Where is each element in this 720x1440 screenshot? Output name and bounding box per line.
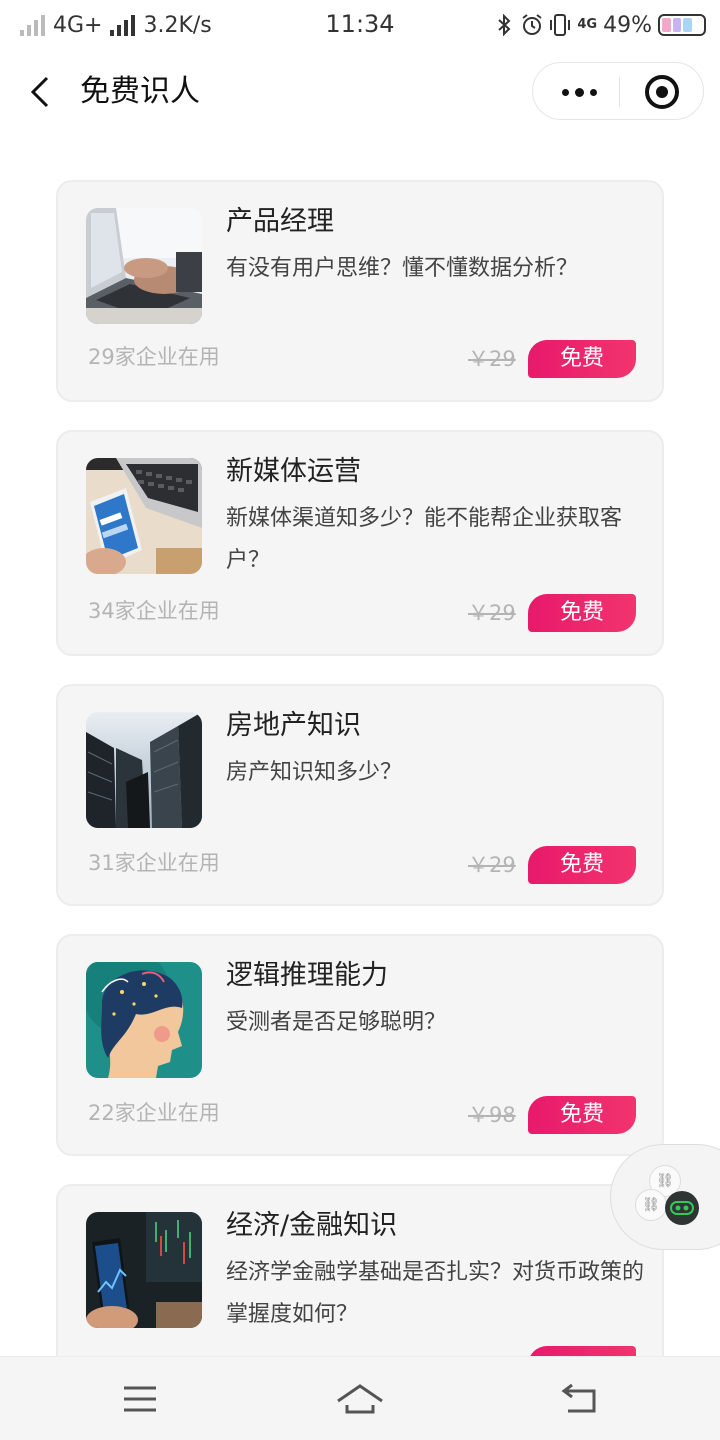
screen: 产品经理 有没有用户思维？懂不懂数据分析？ 29家企业在用 ￥29 免费 新媒体… bbox=[0, 0, 720, 1440]
card-economics-finance[interactable]: 经济/金融知识 经济学金融学基础是否扎实？对货币政策的掌握度如何？ bbox=[56, 1184, 664, 1356]
card-title: 逻辑推理能力 bbox=[226, 960, 388, 991]
original-price: ￥29 bbox=[468, 347, 516, 371]
usage-count: 34家企业在用 bbox=[88, 599, 220, 623]
card-title: 新媒体运营 bbox=[226, 456, 361, 487]
close-button[interactable] bbox=[645, 75, 679, 109]
card-description: 房产知识知多少？ bbox=[226, 760, 403, 785]
system-nav-bar bbox=[0, 1356, 720, 1440]
card-title: 产品经理 bbox=[226, 206, 334, 237]
capsule-divider bbox=[619, 77, 620, 107]
home-button[interactable] bbox=[330, 1377, 390, 1421]
card-new-media[interactable]: 新媒体运营 新媒体渠道知多少？能不能帮企业获取客户？ 34家企业在用 ￥29 免… bbox=[56, 430, 664, 656]
free-badge-button[interactable]: 免费 bbox=[528, 340, 636, 378]
status-right: 4G 49% bbox=[493, 8, 706, 42]
return-icon bbox=[561, 1383, 596, 1413]
stock-phone-photo bbox=[86, 1212, 202, 1328]
close-target-icon bbox=[656, 86, 668, 98]
free-badge-button[interactable]: 免费 bbox=[528, 846, 636, 884]
page-title: 免费识人 bbox=[80, 74, 200, 109]
back-button[interactable] bbox=[22, 72, 58, 112]
vibrate-icon bbox=[549, 13, 571, 37]
card-product-manager[interactable]: 产品经理 有没有用户思维？懂不懂数据分析？ 29家企业在用 ￥29 免费 bbox=[56, 180, 664, 402]
free-badge-button[interactable] bbox=[528, 1346, 636, 1356]
battery-percent: 49% bbox=[603, 12, 652, 38]
usage-count: 31家企业在用 bbox=[88, 851, 220, 875]
more-button[interactable] bbox=[549, 71, 609, 113]
floating-share-widget[interactable]: ⛓ ⛓ bbox=[610, 1144, 720, 1250]
card-list: 产品经理 有没有用户思维？懂不懂数据分析？ 29家企业在用 ￥29 免费 新媒体… bbox=[0, 0, 720, 1356]
usage-count: 22家企业在用 bbox=[88, 1101, 220, 1125]
skyscrapers-photo bbox=[86, 712, 202, 828]
system-back-button[interactable] bbox=[550, 1377, 610, 1421]
card-real-estate[interactable]: 房地产知识 房产知识知多少？ 31家企业在用 ￥29 免费 bbox=[56, 684, 664, 906]
original-price: ￥98 bbox=[468, 1103, 516, 1127]
nav-bar: 免费识人 bbox=[0, 56, 720, 130]
card-description: 受测者是否足够聪明？ bbox=[226, 1010, 447, 1035]
card-title: 经济/金融知识 bbox=[226, 1210, 398, 1241]
alarm-icon bbox=[521, 13, 543, 37]
network-type-2: 4G bbox=[577, 17, 598, 32]
free-badge-button[interactable]: 免费 bbox=[528, 594, 636, 632]
back-arrow-icon bbox=[30, 76, 49, 108]
menu-icon bbox=[124, 1386, 156, 1412]
usage-count: 29家企业在用 bbox=[88, 345, 220, 369]
laptop-typing-photo bbox=[86, 208, 202, 324]
card-description: 有没有用户思维？懂不懂数据分析？ bbox=[226, 256, 579, 281]
card-description: 经济学金融学基础是否扎实？对货币政策的掌握度如何？ bbox=[226, 1260, 645, 1327]
status-bar: 4G+ 3.2K/s 11:34 4G 49% bbox=[0, 0, 720, 50]
home-icon bbox=[337, 1384, 383, 1414]
phone-laptop-photo bbox=[86, 458, 202, 574]
link-icon-secondary: ⛓ bbox=[635, 1189, 667, 1221]
card-logic-reasoning[interactable]: 逻辑推理能力 受测者是否足够聪明？ 22家企业在用 ￥98 免费 bbox=[56, 934, 664, 1156]
eye-icon bbox=[665, 1191, 699, 1225]
mini-program-capsule bbox=[532, 62, 704, 120]
battery-icon bbox=[658, 14, 706, 36]
bluetooth-icon bbox=[493, 13, 515, 37]
original-price: ￥29 bbox=[468, 853, 516, 877]
menu-button[interactable] bbox=[110, 1377, 170, 1421]
card-title: 房地产知识 bbox=[226, 710, 361, 741]
thinking-head-illustration bbox=[86, 962, 202, 1078]
card-description: 新媒体渠道知多少？能不能帮企业获取客户？ bbox=[226, 506, 623, 573]
free-badge-button[interactable]: 免费 bbox=[528, 1096, 636, 1134]
original-price: ￥29 bbox=[468, 601, 516, 625]
